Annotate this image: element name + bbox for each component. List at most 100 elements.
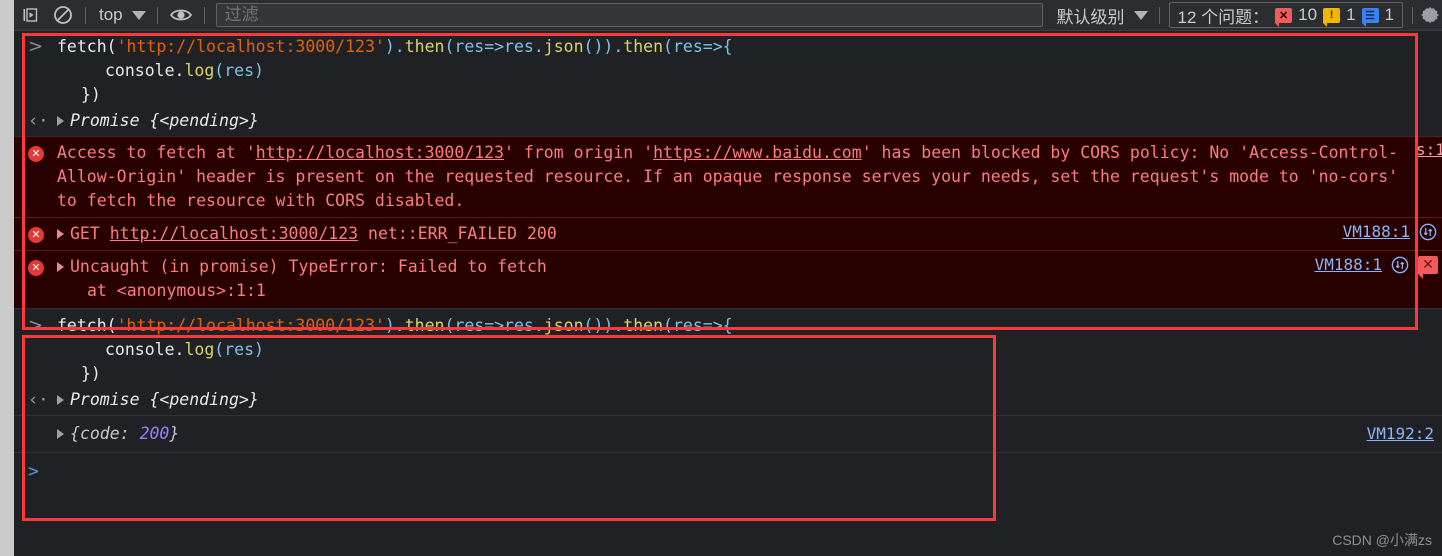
step-into-icon[interactable] — [14, 0, 46, 31]
expand-triangle-icon[interactable] — [57, 428, 64, 439]
code-token-method: then — [404, 37, 445, 56]
issues-summary-button[interactable]: 12 个问题： ✕ 10 ! 1 ☰ 1 — [1168, 2, 1403, 28]
cors-error-message: Access to fetch at 'http://localhost:300… — [57, 141, 1442, 213]
output-caret-icon: ‹· — [28, 390, 49, 410]
console-toolbar: top 默认级别 12 个问题： ✕ 10 ! 1 ☰ 1 — [14, 0, 1442, 31]
network-replay-icon[interactable] — [1418, 222, 1438, 242]
code-line-2: console.log(res) — [57, 338, 1434, 362]
execution-context-select[interactable]: top — [91, 0, 152, 31]
logged-object[interactable]: {code: 200} — [57, 422, 1442, 446]
input-marker: > — [14, 35, 57, 58]
console-input-row-2[interactable]: > fetch('http://localhost:3000/123').the… — [14, 308, 1442, 386]
get-error-message: GET http://localhost:3000/123 net::ERR_F… — [57, 222, 1442, 246]
uncaught-line-2: at <anonymous>:1:1 — [57, 279, 1232, 303]
vm-source-link[interactable]: VM188:1 — [1343, 220, 1410, 244]
chevron-down-icon — [1133, 10, 1148, 20]
code-line-3: }) — [81, 364, 101, 383]
uncaught-error-right-controls: VM188:1 ✕ — [1315, 253, 1438, 279]
console-message-list[interactable]: > fetch('http://localhost:3000/123').the… — [14, 31, 1442, 556]
code-token-method: log — [184, 61, 215, 80]
space-1 — [100, 224, 110, 243]
expand-triangle-icon[interactable] — [57, 394, 64, 405]
error-count: 10 — [1298, 5, 1318, 24]
output-marker: ‹· — [14, 388, 57, 411]
console-log-row[interactable]: {code: 200} VM192:2 — [14, 415, 1442, 452]
vm-source-link[interactable]: VM188:1 — [1315, 253, 1382, 277]
info-badge-icon: ☰ — [1361, 7, 1379, 27]
code-token: (res) — [214, 340, 264, 359]
settings-gear-icon[interactable] — [1418, 0, 1442, 31]
expand-triangle-icon[interactable] — [57, 228, 64, 239]
error-badge-icon: ✕ — [1275, 7, 1293, 27]
code-token-method: then — [623, 37, 664, 56]
error-marker: ✕ — [14, 222, 57, 243]
page-scrollbar-track[interactable] — [0, 0, 14, 556]
code-token: console. — [105, 340, 185, 359]
console-input-code-2: fetch('http://localhost:3000/123').then(… — [57, 314, 1442, 386]
error-circle-icon: ✕ — [28, 146, 44, 162]
code-token-method: then — [404, 316, 445, 335]
console-result-row[interactable]: ‹· Promise {<pending>} — [14, 107, 1442, 136]
promise-result-text: Promise {<pending>} — [70, 111, 259, 130]
warning-count: 1 — [1346, 5, 1356, 24]
space-2 — [358, 224, 368, 243]
no-entry-glyph — [54, 6, 72, 24]
code-token-string: 'http://localhost:3000/123' — [116, 37, 385, 56]
net-status-text: net::ERR_FAILED 200 — [368, 224, 557, 243]
console-result-value[interactable]: Promise {<pending>} — [57, 109, 1442, 133]
toolbar-divider-2 — [156, 6, 158, 24]
error-marker: ✕ — [14, 141, 57, 162]
code-line-1: fetch('http://localhost:3000/123').then(… — [57, 314, 1434, 338]
input-marker: > — [14, 314, 57, 337]
clear-console-icon[interactable] — [46, 0, 80, 31]
code-token: fetch( — [57, 37, 117, 56]
console-result-row-2[interactable]: ‹· Promise {<pending>} — [14, 386, 1442, 415]
console-prompt-row[interactable]: > — [14, 452, 1442, 484]
code-token: (res=>{ — [663, 37, 733, 56]
log-source-link[interactable]: VM192:2 — [1367, 422, 1434, 446]
object-close-brace: } — [169, 424, 180, 443]
console-error-row-get[interactable]: ✕ GET http://localhost:3000/123 net::ERR… — [14, 217, 1442, 250]
uncaught-stack-text: at <anonymous>:1:1 — [87, 281, 266, 300]
console-error-row-cors[interactable]: ✕ Access to fetch at 'http://localhost:3… — [14, 136, 1442, 217]
console-input-row[interactable]: > fetch('http://localhost:3000/123').the… — [14, 31, 1442, 107]
code-token: console. — [105, 61, 185, 80]
console-error-row-uncaught[interactable]: ✕ Uncaught (in promise) TypeError: Faile… — [14, 250, 1442, 308]
step-into-glyph — [23, 8, 38, 22]
uncaught-error-message: Uncaught (in promise) TypeError: Failed … — [57, 255, 1442, 303]
code-token: ). — [384, 37, 405, 56]
code-line-3: }) — [81, 85, 101, 104]
prompt-marker: > — [14, 459, 57, 484]
issue-error-pin-icon[interactable]: ✕ — [1418, 256, 1438, 279]
code-token: ()). — [583, 37, 624, 56]
console-input-code: fetch('http://localhost:3000/123').then(… — [57, 35, 1442, 107]
code-token-method: json — [543, 37, 584, 56]
output-marker: ‹· — [14, 109, 57, 132]
http-method: GET — [70, 224, 100, 243]
chevron-down-icon — [131, 10, 146, 20]
cors-url-2[interactable]: https://www.baidu.com — [653, 143, 862, 162]
failed-request-url[interactable]: http://localhost:3000/123 — [110, 224, 358, 243]
code-token: (res=>res. — [444, 37, 544, 56]
execution-context-value: top — [99, 5, 123, 24]
code-token: fetch( — [57, 316, 117, 335]
code-token-string: 'http://localhost:3000/123' — [116, 316, 385, 335]
expand-triangle-icon[interactable] — [57, 115, 64, 126]
error-source-link[interactable]: s:1 — [1416, 138, 1442, 162]
object-key: code — [79, 424, 120, 443]
expand-triangle-icon[interactable] — [57, 261, 64, 272]
warning-badge-icon: ! — [1323, 7, 1341, 27]
info-count: 1 — [1384, 5, 1394, 24]
prompt-caret-icon: > — [28, 461, 39, 482]
error-circle-icon: ✕ — [28, 260, 44, 276]
console-result-value-2[interactable]: Promise {<pending>} — [57, 388, 1442, 412]
filter-input[interactable] — [215, 3, 1043, 27]
get-error-right-controls: VM188:1 — [1343, 220, 1438, 244]
eye-icon[interactable] — [163, 0, 199, 31]
cors-text-2: ' from origin ' — [504, 143, 654, 162]
network-replay-icon[interactable] — [1390, 255, 1410, 275]
code-token-method: json — [543, 316, 584, 335]
code-token-method: then — [623, 316, 664, 335]
log-level-select[interactable]: 默认级别 — [1049, 0, 1154, 31]
cors-url-1[interactable]: http://localhost:3000/123 — [256, 143, 504, 162]
